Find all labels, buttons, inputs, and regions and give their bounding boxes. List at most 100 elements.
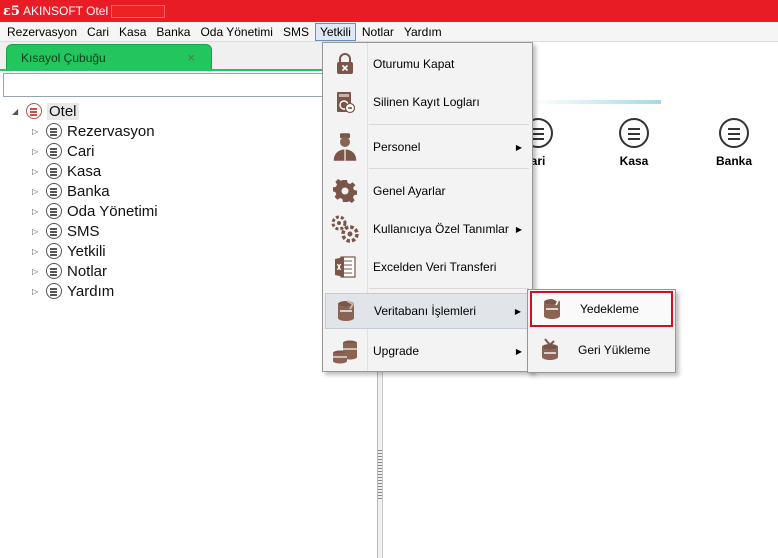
tree-label: Otel bbox=[47, 102, 79, 120]
expand-icon[interactable]: ▷ bbox=[32, 207, 42, 216]
tree-node-sms[interactable]: ▷ SMS bbox=[32, 221, 100, 241]
tree-node-kasa[interactable]: ▷ Kasa bbox=[32, 161, 101, 181]
expand-icon[interactable]: ▷ bbox=[32, 187, 42, 196]
menu-separator bbox=[369, 168, 529, 169]
menu-item-label: Upgrade bbox=[373, 344, 420, 358]
title-redaction bbox=[111, 4, 166, 18]
menu-item-geri-yukleme[interactable]: Geri Yükleme bbox=[530, 332, 673, 368]
menu-yardim[interactable]: Yardım bbox=[400, 23, 446, 41]
lock-icon bbox=[325, 52, 365, 76]
menu-yetkili[interactable]: Yetkili bbox=[314, 22, 356, 41]
menu-kasa[interactable]: Kasa bbox=[115, 23, 150, 41]
log-icon bbox=[325, 90, 365, 114]
menu-sms[interactable]: SMS bbox=[279, 23, 313, 41]
window-title: AKINSOFT Otel bbox=[23, 4, 109, 18]
list-icon bbox=[46, 183, 62, 199]
close-icon[interactable]: × bbox=[187, 50, 195, 65]
app-logo-icon: ε5 bbox=[3, 3, 20, 19]
menu-cari[interactable]: Cari bbox=[83, 23, 113, 41]
menu-item-yedekleme[interactable]: Yedekleme bbox=[530, 291, 673, 327]
tree-node-yetkili[interactable]: ▷ Yetkili bbox=[32, 241, 106, 261]
list-icon bbox=[46, 203, 62, 219]
menu-item-label: Yedekleme bbox=[580, 302, 639, 316]
menu-item-upgrade[interactable]: Upgrade ▶ bbox=[325, 333, 530, 369]
title-bar: ε5 AKINSOFT Otel bbox=[0, 0, 778, 22]
expand-icon[interactable]: ▷ bbox=[32, 147, 42, 156]
menu-notlar[interactable]: Notlar bbox=[358, 23, 398, 41]
expand-icon[interactable]: ▷ bbox=[32, 127, 42, 136]
restore-icon bbox=[530, 338, 570, 362]
list-icon bbox=[619, 118, 649, 148]
submenu-arrow-icon: ▶ bbox=[514, 306, 521, 316]
menu-item-silinen-kayit-loglari[interactable]: Silinen Kayıt Logları bbox=[325, 84, 530, 120]
menu-oda-yonetimi[interactable]: Oda Yönetimi bbox=[196, 23, 277, 41]
gears-icon bbox=[325, 214, 365, 244]
tree-node-banka[interactable]: ▷ Banka bbox=[32, 181, 110, 201]
tree-label: SMS bbox=[67, 222, 100, 240]
list-icon bbox=[46, 123, 62, 139]
list-icon bbox=[46, 163, 62, 179]
menu-item-oturumu-kapat[interactable]: Oturumu Kapat bbox=[325, 46, 530, 82]
tree-node-rezervasyon[interactable]: ▷ Rezervasyon bbox=[32, 121, 155, 141]
menu-item-personel[interactable]: Personel ▶ bbox=[325, 129, 530, 165]
upgrade-icon bbox=[325, 337, 365, 365]
staff-icon bbox=[325, 132, 365, 162]
search-input[interactable] bbox=[3, 73, 375, 97]
menu-item-excelden-veri-transferi[interactable]: Excelden Veri Transferi bbox=[325, 249, 530, 285]
menu-separator bbox=[369, 124, 529, 125]
tree-node-oda-yonetimi[interactable]: ▷ Oda Yönetimi bbox=[32, 201, 158, 221]
expand-icon[interactable]: ▷ bbox=[32, 227, 42, 236]
backup-icon bbox=[532, 297, 572, 321]
list-icon bbox=[46, 243, 62, 259]
list-icon bbox=[719, 118, 749, 148]
collapse-icon[interactable]: ◢ bbox=[12, 107, 22, 116]
submenu-arrow-icon: ▶ bbox=[515, 346, 522, 356]
menu-separator bbox=[369, 288, 529, 289]
menu-item-kullaniciya-ozel-tanimlar[interactable]: Kullanıcıya Özel Tanımlar ▶ bbox=[325, 211, 530, 247]
submenu-arrow-icon: ▶ bbox=[515, 142, 522, 152]
menu-bar: Rezervasyon Cari Kasa Banka Oda Yönetimi… bbox=[0, 22, 778, 42]
expand-icon[interactable]: ▷ bbox=[32, 247, 42, 256]
menu-item-label: Genel Ayarlar bbox=[373, 184, 446, 198]
menu-item-label: Oturumu Kapat bbox=[373, 57, 455, 71]
menu-item-label: Excelden Veri Transferi bbox=[373, 260, 497, 274]
gear-icon bbox=[325, 179, 365, 203]
shortcut-banka[interactable]: Banka bbox=[699, 118, 769, 168]
tree-label: Cari bbox=[67, 142, 95, 160]
excel-icon bbox=[325, 255, 365, 279]
list-icon bbox=[46, 263, 62, 279]
yetkili-dropdown: Oturumu Kapat Silinen Kayıt Logları Pers… bbox=[322, 42, 533, 372]
menu-item-genel-ayarlar[interactable]: Genel Ayarlar bbox=[325, 173, 530, 209]
list-icon bbox=[46, 283, 62, 299]
submenu-arrow-icon: ▶ bbox=[515, 224, 522, 234]
shortcut-label: Kasa bbox=[619, 154, 649, 168]
list-icon bbox=[46, 223, 62, 239]
menu-item-label: Silinen Kayıt Logları bbox=[373, 95, 480, 109]
shortcut-label: Banka bbox=[715, 154, 753, 168]
tree-node-notlar[interactable]: ▷ Notlar bbox=[32, 261, 107, 281]
list-icon bbox=[26, 103, 42, 119]
tree-label: Yetkili bbox=[67, 242, 106, 260]
tree-label: Rezervasyon bbox=[67, 122, 155, 140]
tree-node-root[interactable]: ◢ Otel bbox=[12, 101, 79, 121]
expand-icon[interactable]: ▷ bbox=[32, 287, 42, 296]
menu-item-label: Veritabanı İşlemleri bbox=[374, 304, 477, 318]
menu-item-veritabani-islemleri[interactable]: Veritabanı İşlemleri ▶ bbox=[325, 293, 530, 329]
tab-label: Kısayol Çubuğu bbox=[21, 50, 106, 65]
database-icon bbox=[326, 299, 366, 323]
menu-rezervasyon[interactable]: Rezervasyon bbox=[3, 23, 81, 41]
tree-label: Yardım bbox=[67, 282, 115, 300]
shortcut-kasa[interactable]: Kasa bbox=[599, 118, 669, 168]
tree-label: Oda Yönetimi bbox=[67, 202, 158, 220]
list-icon bbox=[46, 143, 62, 159]
shortcut-divider bbox=[533, 100, 661, 104]
tab-kisayol-cubugu[interactable]: Kısayol Çubuğu × bbox=[6, 44, 212, 70]
menu-banka[interactable]: Banka bbox=[152, 23, 194, 41]
veritabani-submenu: Yedekleme Geri Yükleme bbox=[527, 289, 676, 373]
menu-item-label: Geri Yükleme bbox=[578, 343, 651, 357]
tree-node-yardim[interactable]: ▷ Yardım bbox=[32, 281, 114, 301]
tree-label: Notlar bbox=[67, 262, 108, 280]
expand-icon[interactable]: ▷ bbox=[32, 267, 42, 276]
expand-icon[interactable]: ▷ bbox=[32, 167, 42, 176]
tree-node-cari[interactable]: ▷ Cari bbox=[32, 141, 95, 161]
